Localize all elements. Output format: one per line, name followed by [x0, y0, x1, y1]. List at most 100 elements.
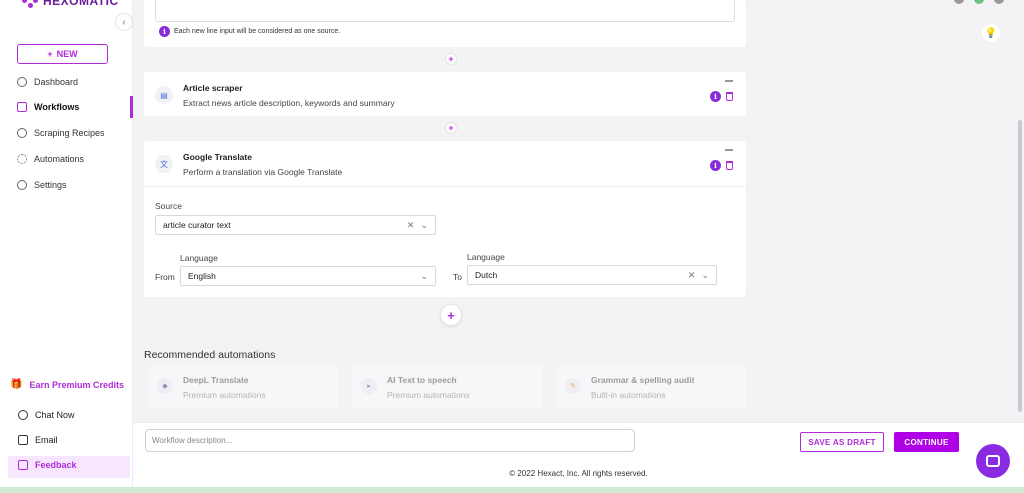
status-icon	[974, 0, 984, 4]
recommended-name: DeepL Translate	[183, 375, 249, 385]
save-as-draft-button[interactable]: SAVE AS DRAFT	[800, 432, 884, 452]
brand-name: HEXOMATIC	[43, 0, 119, 8]
footer-copyright: © 2022 Hexact, Inc. All rights reserved.	[133, 459, 1024, 487]
feedback-label: Feedback	[35, 460, 77, 470]
recipe-icon	[17, 128, 27, 138]
clock-icon	[17, 77, 27, 87]
step-actions: i	[710, 160, 733, 171]
gift-icon: 🎁	[10, 379, 23, 390]
source-label: Source	[155, 201, 182, 211]
from-label: From	[155, 272, 175, 282]
info-icon[interactable]: i	[710, 91, 721, 102]
info-icon: i	[159, 26, 170, 37]
new-button-label: NEW	[56, 49, 78, 59]
recommended-card-ai-text-to-speech[interactable]: ▸ AI Text to speech Premium automations	[352, 365, 542, 408]
hexomatic-logo-icon	[22, 0, 38, 9]
google-translate-icon: 文	[155, 155, 173, 173]
sidebar-item-label: Scraping Recipes	[34, 128, 105, 138]
source-select[interactable]: article curator text ✕ ⌄	[155, 215, 436, 235]
step-title: Article scraper	[183, 83, 243, 93]
chevron-down-icon[interactable]: ⌄	[420, 271, 428, 282]
from-language-value: English	[188, 271, 216, 281]
notification-icon[interactable]	[954, 0, 964, 4]
add-automation-button[interactable]: +	[440, 304, 462, 326]
drag-handle-icon[interactable]	[725, 149, 733, 151]
recommended-type: Premium automations	[387, 390, 470, 400]
recommended-name: AI Text to speech	[387, 375, 457, 385]
sidebar-item-dashboard[interactable]: Dashboard	[17, 75, 78, 89]
chevron-down-icon[interactable]: ⌄	[420, 220, 428, 231]
info-icon[interactable]: i	[710, 160, 721, 171]
to-language-value: Dutch	[475, 270, 498, 280]
mail-icon	[18, 435, 28, 445]
add-step-button[interactable]: +	[445, 122, 457, 134]
deepl-icon: ◆	[157, 378, 173, 394]
scrollbar[interactable]	[1018, 120, 1022, 412]
bulb-icon	[17, 154, 27, 164]
bottom-strip	[0, 487, 1024, 493]
sidebar-item-label: Automations	[34, 154, 85, 164]
to-language-select[interactable]: Dutch ✕ ⌄	[467, 265, 717, 285]
step-card-google-translate[interactable]: 文 Google Translate Perform a translation…	[144, 141, 746, 297]
email-label: Email	[35, 435, 58, 445]
from-language-select[interactable]: English ⌄	[180, 266, 436, 286]
action-bar: SAVE AS DRAFT CONTINUE	[133, 422, 1024, 459]
recommended-card-deepl[interactable]: ◆ DeepL Translate Premium automations	[148, 365, 338, 408]
recommended-type: Built-in automations	[591, 390, 666, 400]
recommended-automations-title: Recommended automations	[144, 349, 276, 361]
lightbulb-icon[interactable]: 💡	[982, 24, 1000, 42]
plus-icon: +	[447, 307, 455, 323]
source-value: article curator text	[163, 220, 231, 230]
workflow-description-input[interactable]	[145, 429, 635, 452]
sidebar-item-label: Settings	[34, 180, 67, 190]
feedback-link-content[interactable]: Feedback	[18, 460, 77, 470]
active-indicator	[130, 96, 133, 118]
input-hint-text: Each new line input will be considered a…	[174, 28, 341, 35]
clear-icon[interactable]: ✕	[407, 220, 415, 231]
step-description: Extract news article description, keywor…	[183, 98, 395, 108]
profile-icon[interactable]	[994, 0, 1004, 4]
trash-icon[interactable]	[726, 92, 733, 101]
workflow-icon	[17, 102, 27, 112]
ai-speech-icon: ▸	[361, 378, 377, 394]
plus-icon: +	[448, 54, 454, 64]
source-input-textarea[interactable]	[155, 0, 735, 22]
step-card-article-scraper[interactable]: ▤ Article scraper Extract news article d…	[144, 72, 746, 116]
to-language-label: Language	[467, 252, 505, 262]
recommended-type: Premium automations	[183, 390, 266, 400]
clear-icon[interactable]: ✕	[688, 270, 696, 281]
top-right-icons	[954, 0, 1004, 4]
new-button[interactable]: + NEW	[17, 44, 108, 64]
chat-widget-button[interactable]	[976, 444, 1010, 478]
earn-premium-credits-label: Earn Premium Credits	[29, 379, 124, 390]
sidebar-item-scraping-recipes[interactable]: Scraping Recipes	[17, 126, 105, 140]
article-scraper-icon: ▤	[155, 86, 173, 104]
grammar-icon: ✎	[565, 378, 581, 394]
sidebar-item-label: Workflows	[34, 102, 80, 112]
sidebar-item-automations[interactable]: Automations	[17, 152, 84, 166]
continue-button[interactable]: CONTINUE	[894, 432, 959, 452]
trash-icon[interactable]	[726, 161, 733, 170]
chat-icon	[18, 410, 28, 420]
chat-now-link[interactable]: Chat Now	[18, 410, 75, 420]
chevron-down-icon[interactable]: ⌄	[701, 270, 709, 281]
input-step-card: i Each new line input will be considered…	[144, 0, 746, 47]
collapse-sidebar-button[interactable]: ‹	[115, 13, 133, 31]
from-language-label: Language	[180, 253, 218, 263]
add-step-button[interactable]: +	[445, 53, 457, 65]
drag-handle-icon[interactable]	[725, 80, 733, 82]
input-hint: i Each new line input will be considered…	[159, 26, 340, 37]
to-label: To	[453, 272, 462, 282]
sidebar: HEXOMATIC ‹ + NEW Dashboard Workflows Sc…	[0, 0, 133, 493]
step-actions: i	[710, 91, 733, 102]
sidebar-item-workflows[interactable]: Workflows	[17, 100, 79, 114]
plus-icon: +	[47, 49, 53, 59]
feedback-icon	[18, 460, 28, 470]
hexomatic-logo[interactable]: HEXOMATIC	[22, 0, 119, 9]
recommended-card-grammar-audit[interactable]: ✎ Grammar & spelling audit Built-in auto…	[556, 365, 746, 408]
plus-icon: +	[448, 123, 454, 133]
email-link[interactable]: Email	[18, 435, 58, 445]
earn-premium-credits-link[interactable]: 🎁 Earn Premium Credits	[10, 379, 124, 390]
sidebar-item-settings[interactable]: Settings	[17, 178, 67, 192]
chevron-left-icon: ‹	[122, 16, 126, 28]
